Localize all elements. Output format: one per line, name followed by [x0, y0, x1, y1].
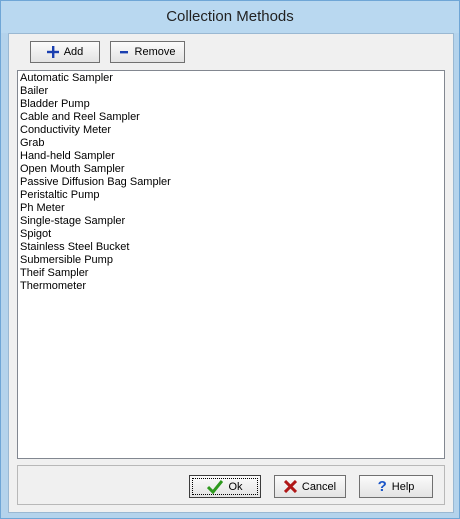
help-button-label: Help	[391, 480, 415, 493]
help-button[interactable]: ? Help	[359, 475, 433, 498]
x-icon	[283, 480, 297, 493]
cancel-button[interactable]: Cancel	[274, 475, 346, 498]
remove-button-label: Remove	[134, 46, 176, 58]
add-button-label: Add	[63, 46, 84, 58]
collection-methods-list[interactable]: Automatic Sampler Bailer Bladder Pump Cable…	[17, 70, 445, 459]
plus-icon	[46, 46, 59, 58]
list-item[interactable]: Submersible Pump	[20, 254, 444, 267]
dialog-client-area: Add Remove Automatic Sampler Bailer Bladde…	[8, 33, 454, 513]
collection-methods-window: Collection Methods Add Remove Automatic …	[0, 0, 460, 519]
list-item[interactable]: Passive Diffusion Bag Sampler	[20, 176, 444, 189]
minus-icon	[119, 47, 130, 57]
remove-button[interactable]: Remove	[110, 41, 185, 63]
ok-button[interactable]: Ok	[189, 475, 261, 498]
list-item[interactable]: Stainless Steel Bucket	[20, 241, 444, 254]
list-item[interactable]: Spigot	[20, 228, 444, 241]
list-item[interactable]: Bailer	[20, 85, 444, 98]
list-item[interactable]: Thermometer	[20, 280, 444, 293]
list-item[interactable]: Single-stage Sampler	[20, 215, 444, 228]
ok-button-label: Ok	[228, 480, 243, 493]
window-title: Collection Methods	[1, 1, 459, 33]
list-item[interactable]: Theif Sampler	[20, 267, 444, 280]
cancel-button-label: Cancel	[301, 480, 337, 493]
list-item[interactable]: Conductivity Meter	[20, 124, 444, 137]
list-item[interactable]: Bladder Pump	[20, 98, 444, 111]
list-item[interactable]: Grab	[20, 137, 444, 150]
list-item[interactable]: Ph Meter	[20, 202, 444, 215]
add-button[interactable]: Add	[30, 41, 100, 63]
list-item[interactable]: Peristaltic Pump	[20, 189, 444, 202]
list-item[interactable]: Open Mouth Sampler	[20, 163, 444, 176]
checkmark-icon	[207, 479, 224, 494]
list-item[interactable]: Automatic Sampler	[20, 72, 444, 85]
question-icon: ?	[377, 478, 387, 495]
list-item[interactable]: Hand-held Sampler	[20, 150, 444, 163]
list-item[interactable]: Cable and Reel Sampler	[20, 111, 444, 124]
